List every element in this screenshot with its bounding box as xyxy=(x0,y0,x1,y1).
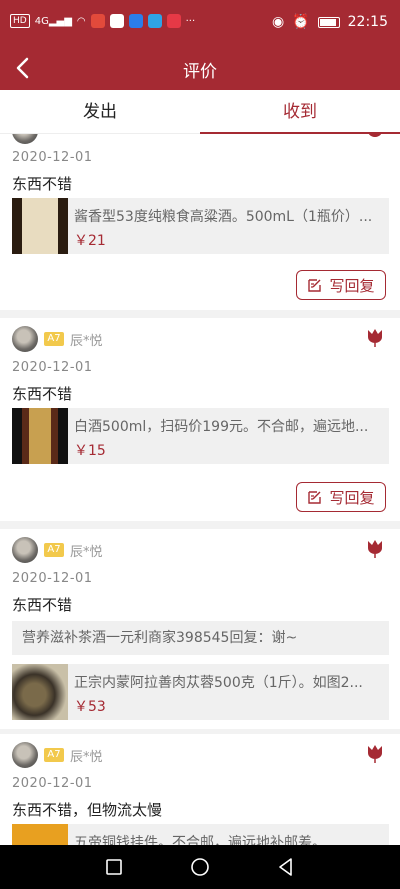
app-notification-icon xyxy=(109,14,124,28)
avatar xyxy=(12,326,38,352)
seller-reply: 营养滋补茶酒一元利商家398545回复：谢~ xyxy=(12,621,389,655)
review-comment: 东西不错，但物流太慢 xyxy=(12,801,163,819)
review-comment: 东西不错 xyxy=(12,175,73,193)
level-badge: A7 xyxy=(44,543,64,557)
write-reply-button[interactable]: 写回复 xyxy=(296,482,386,512)
tulip-icon[interactable] xyxy=(364,742,386,764)
avatar xyxy=(12,134,38,144)
edit-icon xyxy=(308,491,322,504)
write-reply-button[interactable]: 写回复 xyxy=(296,270,386,300)
product-price: ￥21 xyxy=(74,233,106,249)
app-notification-icon xyxy=(147,14,162,28)
review-list[interactable]: 2020-12-01 东西不错 酱香型53度纯粮食高粱酒。500mL（1瓶价）.… xyxy=(0,134,400,845)
product-image xyxy=(12,824,68,845)
product-price: ￥15 xyxy=(74,443,106,459)
review-comment: 东西不错 xyxy=(12,596,73,614)
reviewer-name: 辰*悦 xyxy=(70,544,103,560)
review-card: 2020-12-01 东西不错 酱香型53度纯粮食高粱酒。500mL（1瓶价）.… xyxy=(0,134,400,310)
nav-bar: 评价 xyxy=(0,46,400,90)
status-bar: HD 4G▂▄▆ ◠ ··· ◉ ⏰ 22:15 xyxy=(0,0,400,46)
review-card: A7 辰*悦 2020-12-01 东西不错 白酒500ml，扫码价199元。不… xyxy=(0,318,400,521)
eye-icon: ◉ xyxy=(271,14,285,30)
hd-indicator: HD xyxy=(10,14,30,28)
status-icons-left: HD 4G▂▄▆ ◠ ··· xyxy=(10,14,195,28)
write-reply-label: 写回复 xyxy=(329,276,375,295)
tab-bar: 发出 收到 xyxy=(0,90,400,134)
tulip-icon[interactable] xyxy=(364,326,386,348)
recent-apps-icon[interactable] xyxy=(104,857,124,877)
product-card[interactable]: 正宗内蒙阿拉善肉苁蓉500克（1斤）。如图2... ￥53 xyxy=(12,664,389,720)
review-date: 2020-12-01 xyxy=(12,776,93,791)
back-icon[interactable] xyxy=(276,857,296,877)
product-price: ￥53 xyxy=(74,699,106,715)
tulip-icon[interactable] xyxy=(364,537,386,559)
product-image xyxy=(12,198,68,254)
product-name: 白酒500ml，扫码价199元。不合邮，遍远地... xyxy=(74,419,369,435)
system-nav-bar xyxy=(0,845,400,889)
more-notifications-icon: ··· xyxy=(185,15,196,27)
write-reply-label: 写回复 xyxy=(329,488,375,507)
tulip-icon[interactable] xyxy=(364,134,386,142)
app-notification-icon xyxy=(166,14,181,28)
level-badge: A7 xyxy=(44,748,64,762)
reviewer-info: A7 辰*悦 xyxy=(12,326,103,352)
product-name: 酱香型53度纯粮食高粱酒。500mL（1瓶价）... xyxy=(74,209,373,225)
reviewer-info: A7 辰*悦 xyxy=(12,537,103,563)
home-icon[interactable] xyxy=(190,857,210,877)
review-date: 2020-12-01 xyxy=(12,360,93,375)
tab-sent[interactable]: 发出 xyxy=(0,90,200,134)
avatar xyxy=(12,537,38,563)
wifi-icon: ◠ xyxy=(76,15,86,27)
review-date: 2020-12-01 xyxy=(12,150,93,165)
review-card: A7 辰*悦 2020-12-01 东西不错 营养滋补茶酒一元利商家398545… xyxy=(0,529,400,729)
review-date: 2020-12-01 xyxy=(12,571,93,586)
reviewer-name: 辰*悦 xyxy=(70,749,103,765)
app-notification-icon xyxy=(90,14,105,28)
status-icons-right: ◉ ⏰ 22:15 xyxy=(272,14,388,30)
battery-icon xyxy=(317,16,340,28)
product-image xyxy=(12,408,68,464)
level-badge: A7 xyxy=(44,332,64,346)
signal-icon: 4G▂▄▆ xyxy=(34,15,72,27)
alarm-icon: ⏰ xyxy=(292,14,310,30)
product-card[interactable]: 五帝铜钱挂件。不合邮，遍远地补邮差。 xyxy=(12,824,389,845)
reviewer-info: A7 辰*悦 xyxy=(12,742,103,768)
tab-received[interactable]: 收到 xyxy=(200,90,400,134)
product-card[interactable]: 酱香型53度纯粮食高粱酒。500mL（1瓶价）... ￥21 xyxy=(12,198,389,254)
edit-icon xyxy=(308,279,322,292)
product-card[interactable]: 白酒500ml，扫码价199元。不合邮，遍远地... ￥15 xyxy=(12,408,389,464)
review-comment: 东西不错 xyxy=(12,385,73,403)
product-image xyxy=(12,664,68,720)
app-notification-icon xyxy=(128,14,143,28)
product-name: 五帝铜钱挂件。不合邮，遍远地补邮差。 xyxy=(74,835,326,845)
avatar xyxy=(12,742,38,768)
review-card: A7 辰*悦 2020-12-01 东西不错，但物流太慢 五帝铜钱挂件。不合邮，… xyxy=(0,734,400,845)
product-name: 正宗内蒙阿拉善肉苁蓉500克（1斤）。如图2... xyxy=(74,675,363,691)
clock-time: 22:15 xyxy=(347,14,388,30)
page-title: 评价 xyxy=(183,62,217,82)
reviewer-name: 辰*悦 xyxy=(70,333,103,349)
